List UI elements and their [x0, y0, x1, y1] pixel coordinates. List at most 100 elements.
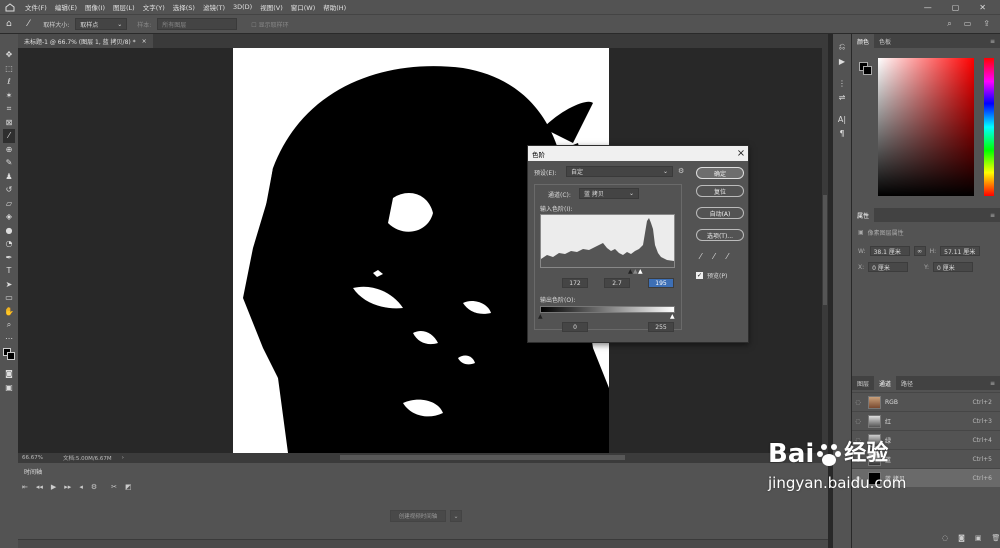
input-gamma-field[interactable]: 2.7 — [604, 278, 630, 288]
save-selection-icon[interactable]: ◙ — [958, 534, 965, 542]
output-white-field[interactable]: 255 — [648, 322, 674, 332]
lasso-tool-icon[interactable]: ℓ — [3, 75, 15, 89]
hand-tool-icon[interactable]: ✋ — [3, 305, 15, 319]
actions-play-icon[interactable]: ▶ — [836, 54, 848, 68]
visibility-icon[interactable]: ◌ — [852, 399, 864, 406]
channel-row-rgb[interactable]: ◌ RGB Ctrl+2 — [852, 392, 1000, 411]
type-tool-icon[interactable]: T — [3, 264, 15, 278]
frame-tool-icon[interactable]: ⊠ — [3, 116, 15, 130]
delete-channel-icon[interactable]: 🗑 — [992, 534, 1000, 542]
brush-tool-icon[interactable]: ✎ — [3, 156, 15, 170]
sample-select[interactable]: 所有图层 — [157, 18, 238, 30]
dodge-tool-icon[interactable]: ◔ — [3, 237, 15, 251]
close-window-icon[interactable]: ✕ — [979, 3, 986, 12]
dialog-close-icon[interactable]: × — [735, 147, 747, 160]
hue-slider[interactable] — [984, 58, 994, 196]
sliders-icon[interactable]: ⇌ — [836, 90, 848, 104]
preview-checkbox[interactable]: ✓ 预览(P) — [696, 271, 727, 280]
tab-swatches[interactable]: 色板 — [874, 34, 896, 48]
channel-row-red[interactable]: ◌ 红 Ctrl+3 — [852, 411, 1000, 430]
paragraph-icon[interactable]: ¶ — [836, 126, 848, 140]
x-field[interactable]: 0 厘米 — [868, 262, 909, 272]
checkbox-checked-icon[interactable]: ✓ — [696, 272, 703, 279]
menu-layer[interactable]: 图层(L) — [109, 2, 139, 12]
gamma-slider[interactable]: ▲ — [633, 268, 638, 275]
transition-icon[interactable]: ◩ — [125, 483, 132, 491]
adjust-icon[interactable]: ⋮ — [836, 76, 848, 90]
menu-view[interactable]: 视图(V) — [256, 2, 287, 12]
prev-frame-icon[interactable]: ◂◂ — [36, 483, 43, 491]
marquee-tool-icon[interactable]: ⬚ — [3, 62, 15, 76]
history-brush-icon[interactable]: ↺ — [3, 183, 15, 197]
menu-select[interactable]: 选择(S) — [169, 2, 199, 12]
channels-menu-icon[interactable]: ≡ — [985, 376, 1000, 390]
properties-menu-icon[interactable]: ≡ — [985, 208, 1000, 222]
home-icon[interactable] — [3, 1, 17, 13]
workspace-icon[interactable]: ▭ — [964, 19, 972, 29]
minimize-icon[interactable]: — — [924, 3, 932, 12]
black-eyedropper-icon[interactable]: ⁄ — [700, 252, 701, 261]
crop-tool-icon[interactable]: ⌗ — [3, 102, 15, 116]
menu-filter[interactable]: 滤镜(T) — [199, 2, 229, 12]
play-icon[interactable]: ▶ — [51, 483, 56, 491]
more-tools-icon[interactable]: ⋯ — [3, 332, 15, 346]
reset-button[interactable]: 复位 — [696, 185, 744, 197]
menu-help[interactable]: 帮助(H) — [319, 2, 350, 12]
output-white-slider[interactable]: ▲ — [670, 313, 675, 320]
input-black-field[interactable]: 172 — [562, 278, 588, 288]
first-frame-icon[interactable]: ⇤ — [22, 483, 28, 491]
menu-image[interactable]: 图像(I) — [81, 2, 109, 12]
scissors-icon[interactable]: ✂ — [111, 483, 117, 491]
link-icon[interactable]: ∞ — [913, 246, 926, 256]
background-color-swatch[interactable] — [863, 66, 872, 75]
menu-edit[interactable]: 编辑(E) — [51, 2, 81, 12]
create-video-timeline-button[interactable]: 创建视频时间轴 — [390, 510, 446, 522]
white-point-slider[interactable]: ▲ — [638, 268, 643, 275]
move-tool-icon[interactable]: ✥ — [3, 48, 15, 62]
character-icon[interactable]: A| — [836, 112, 848, 126]
menu-3d[interactable]: 3D(D) — [229, 3, 256, 11]
auto-button[interactable]: 自动(A) — [696, 207, 744, 219]
timeline-tab[interactable]: 时间轴 — [18, 465, 49, 477]
pen-tool-icon[interactable]: ✒ — [3, 251, 15, 265]
tab-channels[interactable]: 通道 — [874, 376, 897, 390]
color-swatches[interactable] — [2, 347, 16, 361]
load-selection-icon[interactable]: ◌ — [942, 534, 948, 542]
color-field[interactable] — [878, 58, 974, 196]
audio-icon[interactable]: ◂ — [79, 483, 83, 491]
tab-layers[interactable]: 图层 — [852, 376, 874, 390]
dialog-title-bar[interactable]: 色阶 — [528, 146, 748, 161]
settings-gear-icon[interactable]: ⚙ — [91, 483, 97, 491]
document-tab[interactable]: 未标题-1 @ 66.7% (图层 1, 蓝 拷贝/8) * × — [18, 34, 153, 48]
ok-button[interactable]: 确定 — [696, 167, 744, 179]
search-icon[interactable]: ⌕ — [947, 19, 951, 29]
y-field[interactable]: 0 厘米 — [933, 262, 974, 272]
white-eyedropper-icon[interactable]: ⁄ — [727, 252, 728, 261]
eraser-tool-icon[interactable]: ▱ — [3, 197, 15, 211]
timeline-dropdown-icon[interactable]: ⌄ — [450, 510, 462, 522]
eyedropper-tool-icon[interactable]: ⁄ — [28, 19, 30, 29]
magic-wand-tool-icon[interactable]: ✶ — [3, 89, 15, 103]
black-point-slider[interactable]: ▲ — [628, 268, 633, 275]
output-black-slider[interactable]: ▲ — [538, 313, 543, 320]
zoom-tool-icon[interactable]: ⌕ — [3, 318, 15, 332]
new-channel-icon[interactable]: ▣ — [975, 534, 982, 542]
height-field[interactable]: 57.11 厘米 — [940, 246, 981, 256]
tab-color[interactable]: 颜色 — [852, 34, 875, 48]
tab-properties[interactable]: 属性 — [852, 208, 875, 222]
stamp-tool-icon[interactable]: ♟ — [3, 170, 15, 184]
preset-options-icon[interactable]: ⚙ — [678, 167, 684, 175]
status-arrow-icon[interactable]: › — [122, 455, 124, 461]
history-icon[interactable]: ⎌ — [836, 40, 848, 54]
sample-size-select[interactable]: 取样点 ⌄ — [75, 18, 128, 30]
home-button-icon[interactable]: ⌂ — [6, 19, 12, 29]
close-tab-icon[interactable]: × — [142, 38, 147, 45]
screen-mode-icon[interactable]: ▣ — [3, 381, 15, 395]
output-black-field[interactable]: 0 — [562, 322, 588, 332]
channel-select[interactable]: 蓝 拷贝 ⌄ — [579, 188, 639, 199]
next-frame-icon[interactable]: ▸▸ — [64, 483, 71, 491]
gray-eyedropper-icon[interactable]: ⁄ — [713, 252, 714, 261]
eyedropper-icon[interactable]: ⁄ — [3, 129, 15, 143]
blur-tool-icon[interactable]: ● — [3, 224, 15, 238]
quick-mask-icon[interactable]: ◙ — [3, 367, 15, 381]
